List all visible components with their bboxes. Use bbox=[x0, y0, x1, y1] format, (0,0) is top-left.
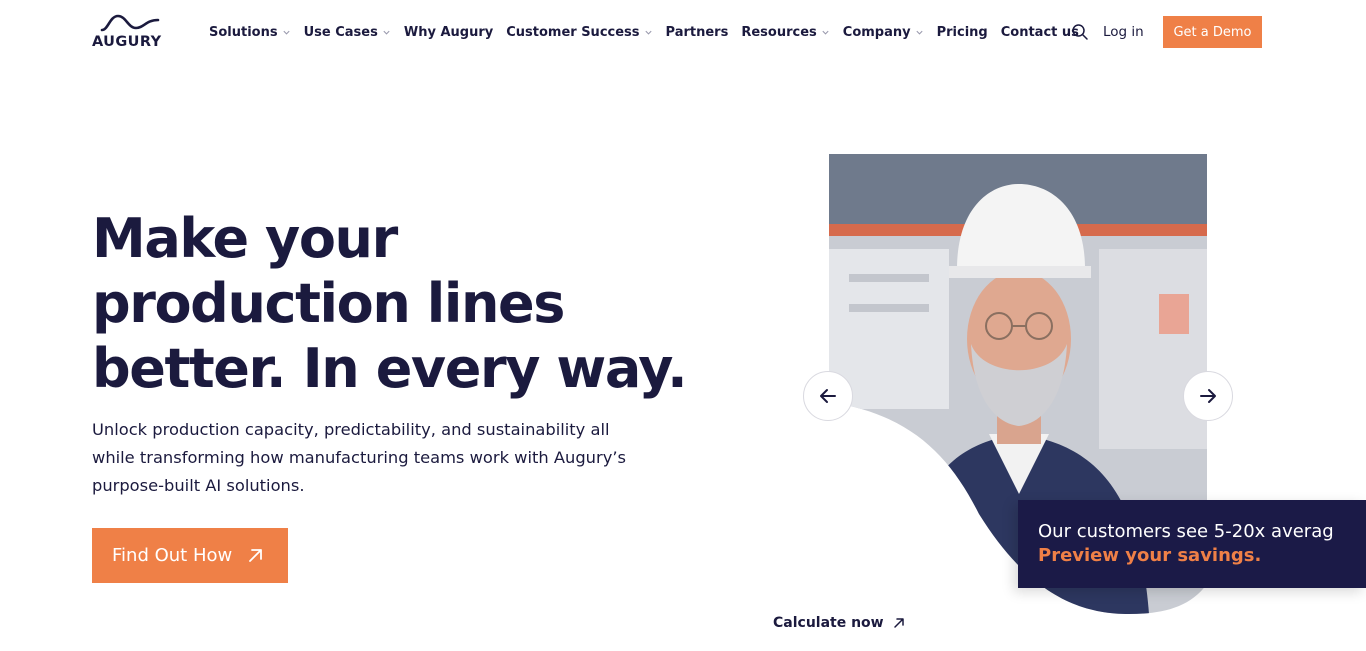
nav-item-use-cases[interactable]: Use Cases bbox=[304, 25, 391, 40]
headline-line: Make your bbox=[92, 207, 398, 270]
nav-item-label: Customer Success bbox=[506, 24, 640, 40]
hero-headline: Make your production lines better. In ev… bbox=[92, 206, 732, 401]
chevron-down-icon bbox=[383, 30, 390, 35]
augury-logo[interactable]: AUGURY bbox=[92, 14, 170, 52]
nav-item-label: Contact us bbox=[1000, 24, 1079, 40]
nav-item-label: Solutions bbox=[209, 24, 278, 40]
nav-item-label: Pricing bbox=[936, 24, 988, 40]
get-demo-button[interactable]: Get a Demo bbox=[1163, 16, 1262, 48]
nav-item-label: Why Augury bbox=[403, 24, 494, 40]
arrow-right-icon bbox=[1200, 389, 1216, 403]
cta-label: Find Out How bbox=[112, 545, 233, 566]
main-nav: Solutions Use Cases Why Augury Customer … bbox=[209, 22, 1092, 42]
calculate-label: Calculate now bbox=[773, 615, 884, 631]
hero-subtext: Unlock production capacity, predictabili… bbox=[92, 420, 626, 495]
nav-item-solutions[interactable]: Solutions bbox=[209, 25, 291, 40]
nav-item-label: Use Cases bbox=[303, 24, 378, 40]
nav-item-label: Resources bbox=[741, 24, 817, 40]
nav-item-pricing[interactable]: Pricing bbox=[937, 25, 988, 40]
chevron-down-icon bbox=[644, 30, 652, 35]
nav-item-contact-us[interactable]: Contact us bbox=[1001, 25, 1079, 40]
chevron-down-icon bbox=[822, 30, 829, 35]
preview-savings-link[interactable]: Preview your savings. bbox=[1038, 543, 1366, 569]
nav-item-partners[interactable]: Partners bbox=[666, 25, 729, 40]
nav-item-resources[interactable]: Resources bbox=[741, 25, 829, 40]
carousel-next-button[interactable] bbox=[1183, 371, 1233, 421]
headline-line: better. In every way. bbox=[92, 337, 688, 400]
nav-item-customer-success[interactable]: Customer Success bbox=[506, 25, 652, 40]
chevron-down-icon bbox=[283, 30, 290, 35]
chevron-down-icon bbox=[916, 30, 923, 35]
logo-wave-icon bbox=[100, 14, 160, 32]
nav-item-company[interactable]: Company bbox=[843, 25, 924, 40]
banner-text: Our customers see 5-20x averag bbox=[1038, 521, 1334, 542]
login-link[interactable]: Log in bbox=[1103, 24, 1144, 40]
headline-line: production lines bbox=[92, 272, 565, 335]
savings-banner[interactable]: Our customers see 5-20x averag Preview y… bbox=[1018, 500, 1366, 588]
arrow-left-icon bbox=[820, 389, 836, 403]
nav-item-why-augury[interactable]: Why Augury bbox=[404, 25, 493, 40]
site-header: AUGURY Solutions Use Cases Why Augury Cu… bbox=[0, 0, 1366, 64]
arrow-up-right-icon bbox=[249, 549, 262, 562]
arrow-up-right-icon bbox=[893, 618, 904, 628]
nav-item-label: Company bbox=[842, 24, 911, 40]
calculate-now-link[interactable]: Calculate now bbox=[773, 615, 905, 631]
logo-text: AUGURY bbox=[92, 34, 162, 50]
nav-item-label: Partners bbox=[665, 24, 729, 40]
find-out-how-button[interactable]: Find Out How bbox=[92, 528, 288, 583]
carousel-prev-button[interactable] bbox=[803, 371, 853, 421]
search-icon[interactable] bbox=[1071, 23, 1089, 41]
